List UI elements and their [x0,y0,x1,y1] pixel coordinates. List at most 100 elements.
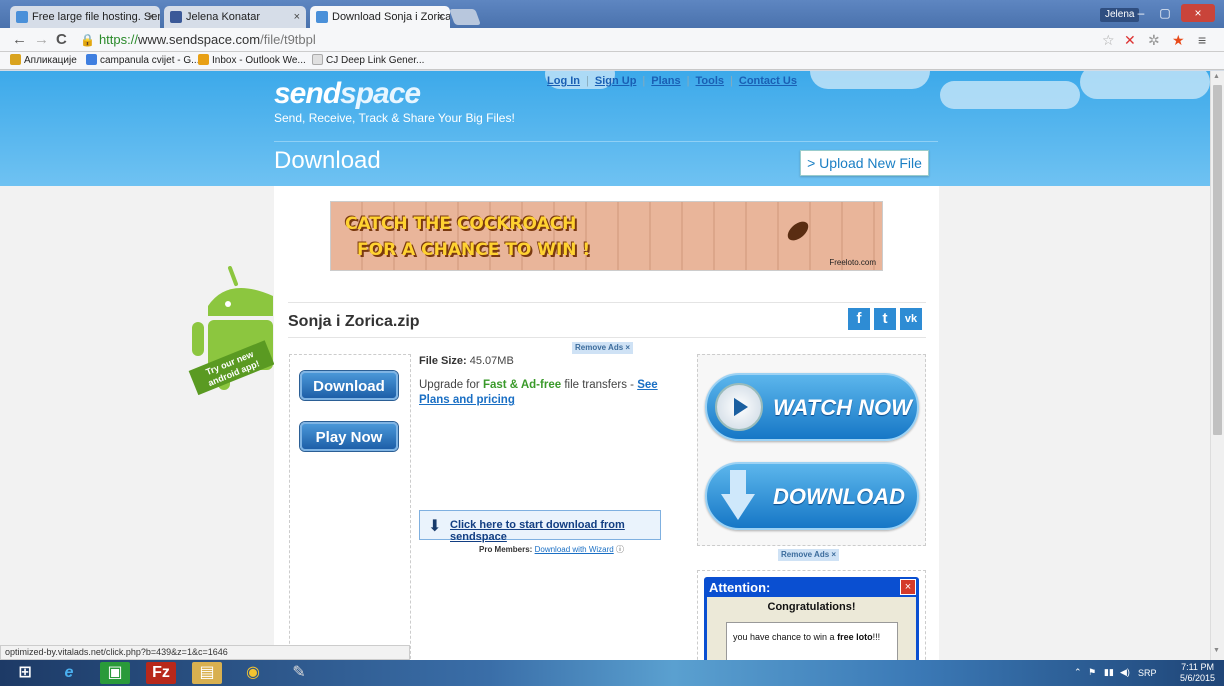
play-now-button[interactable]: Play Now [300,422,398,451]
remove-ads-button[interactable]: Remove Ads × [778,549,840,561]
url-scheme: https:// [98,32,138,47]
start-download-link[interactable]: ⬇ Click here to start download from send… [419,510,661,543]
tab-title: Download Sonja i Zorica.z [332,11,450,23]
restore-button[interactable]: ▢ [1153,4,1177,22]
upgrade-middle: file transfers - [564,379,634,391]
bookmark-apps[interactable]: Апликације [10,52,77,70]
upgrade-prefix: Upgrade for [419,379,480,391]
bookmark-cj-deep-link[interactable]: CJ Deep Link Gener... [312,52,424,70]
cloud-decoration [940,81,1080,109]
logo-part-send: send [274,77,341,110]
nav-log-in[interactable]: Log In [547,75,580,87]
video-ad-panel: WATCH NOW DOWNLOAD [697,354,926,546]
upload-new-file-button[interactable]: > Upload New File [800,150,929,176]
sendspace-favicon-icon [16,11,28,23]
attention-message-box: you have chance to win a free loto!!! [726,622,898,660]
download-ad-button[interactable]: DOWNLOAD [705,462,919,530]
browser-toolbar: ← → C 🔒 https://www.sendspace.com/file/t9… [0,28,1224,52]
flag-icon[interactable]: ⚑ [1088,667,1096,678]
filezilla-icon[interactable]: Fz [146,662,176,684]
start-windows-icon[interactable]: ⊞ [10,662,40,684]
language-indicator[interactable]: SRP [1138,668,1157,678]
extension-star-icon[interactable]: ★ [1172,32,1185,48]
scrollbar-thumb[interactable] [1213,85,1222,435]
nav-separator: | [730,75,733,87]
paint-icon[interactable]: ✎ [284,662,314,684]
tab-download-active[interactable]: Download Sonja i Zorica.z × [310,6,450,28]
scroll-down-icon[interactable]: ▼ [1213,647,1220,654]
link-status-bar: optimized-by.vitalads.net/click.php?b=43… [0,645,410,660]
extension-gear-icon[interactable]: ✲ [1148,32,1160,48]
nav-separator: | [686,75,690,87]
window-close-button[interactable]: × [1181,4,1215,22]
sendspace-favicon-icon [316,11,328,23]
tab-close-icon[interactable]: × [148,6,154,28]
nav-plans[interactable]: Plans [651,75,680,87]
tab-close-icon[interactable]: × [294,6,300,28]
header-divider [274,141,938,142]
google-icon [86,54,97,65]
clock-time: 7:11 PM [1181,662,1214,672]
scroll-up-icon[interactable]: ▲ [1213,73,1220,80]
android-app-promo[interactable]: Try our new android app! [188,266,278,396]
attention-message: you have chance to win a free loto!!! [733,632,880,642]
twitter-share-icon[interactable]: t [874,308,896,330]
remove-ads-button[interactable]: Remove Ads × [572,342,634,354]
browser-window: Free large file hosting. Ser × Jelena Ko… [0,0,1224,74]
bookmark-label: Апликације [24,55,77,66]
bookmark-label: CJ Deep Link Gener... [326,55,425,66]
new-tab-button[interactable] [449,9,481,25]
tab-free-file-hosting[interactable]: Free large file hosting. Ser × [10,6,160,28]
bookmark-campanula[interactable]: campanula cvijet - G... [86,52,199,70]
file-size-label: File Size: [419,355,467,367]
nav-sign-up[interactable]: Sign Up [595,75,637,87]
ad-headline: CATCH THE COCKROACH [345,214,577,234]
chrome-icon[interactable]: ◉ [238,662,268,684]
help-icon[interactable]: ⓘ [616,545,624,554]
cockroach-ad-banner[interactable]: CATCH THE COCKROACH FOR A CHANCE TO WIN … [330,201,883,271]
message-bold: free loto [837,632,873,642]
sendspace-logo[interactable]: sendspace [274,77,421,111]
vk-share-icon[interactable]: vk [900,308,922,330]
minimize-button[interactable]: – [1129,4,1153,22]
tray-expand-icon[interactable]: ⌃ [1074,667,1082,678]
volume-icon[interactable]: ◀) [1120,667,1130,678]
bookmark-outlook[interactable]: Inbox - Outlook We... [198,52,306,70]
address-bar[interactable]: 🔒 https://www.sendspace.com/file/t9tbpl [80,30,1120,50]
cloud-decoration [1080,71,1210,99]
clock[interactable]: 7:11 PM 5/6/2015 [1180,662,1215,684]
page-icon [312,54,323,65]
tab-close-icon[interactable]: × [438,6,444,28]
store-icon[interactable]: ▣ [100,662,130,684]
bookmark-star-icon[interactable]: ☆ [1102,32,1115,48]
message-prefix: you have chance to win a [733,632,835,642]
watch-now-ad-button[interactable]: WATCH NOW [705,373,919,441]
attention-close-icon[interactable]: × [900,579,916,595]
extension-icon[interactable]: ✕ [1124,32,1136,48]
internet-explorer-icon[interactable]: e [54,662,84,684]
nav-separator: | [642,75,646,87]
nav-contact-us[interactable]: Contact Us [739,75,797,87]
menu-icon[interactable]: ≡ [1198,32,1206,48]
top-navigation: Log In | Sign Up | Plans | Tools | Contact Us [547,75,797,87]
file-explorer-icon[interactable]: ▤ [192,662,222,684]
download-button[interactable]: Download [300,371,398,400]
tab-facebook[interactable]: Jelena Konatar × [164,6,306,28]
reload-icon[interactable]: C [56,31,67,49]
page-scrollbar[interactable]: ▲ ▼ [1210,71,1224,660]
attention-ad[interactable]: Attention: × Congratulations! you have c… [697,570,926,660]
nav-separator: | [586,75,589,87]
action-buttons-panel: Download Play Now [289,354,411,660]
start-download-text: Click here to start download from sendsp… [450,519,625,543]
facebook-share-icon[interactable]: f [848,308,870,330]
nav-tools[interactable]: Tools [696,75,725,87]
upgrade-highlight: Fast & Ad-free [482,379,562,391]
page-title: Download [274,147,381,174]
upgrade-notice: Upgrade for Fast & Ad-free file transfer… [419,378,691,408]
forward-arrow-icon[interactable]: → [34,31,49,49]
back-arrow-icon[interactable]: ← [12,31,27,49]
ad-subline: FOR A CHANCE TO WIN ! [357,240,591,260]
network-icon[interactable]: ▮▮ [1104,667,1114,678]
tab-strip: Free large file hosting. Ser × Jelena Ko… [0,0,1224,28]
download-with-wizard-link[interactable]: Download with Wizard [535,545,614,554]
